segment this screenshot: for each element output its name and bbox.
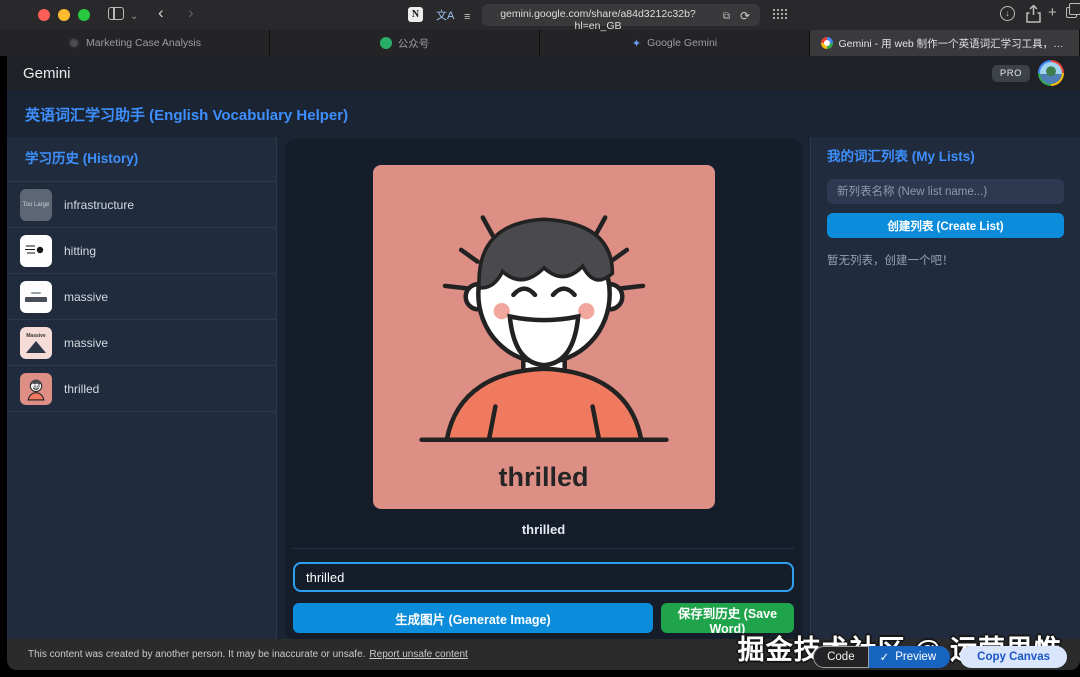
copy-canvas-button[interactable]: Copy Canvas: [960, 646, 1067, 668]
new-tab-icon[interactable]: +: [1048, 4, 1057, 21]
tab-label: Google Gemini: [647, 37, 718, 49]
window-close-button[interactable]: [38, 9, 50, 21]
history-item-label: massive: [64, 335, 109, 350]
word-caption: thrilled: [521, 522, 566, 537]
history-item-massive-2[interactable]: Massive massive: [7, 320, 276, 366]
share-icon[interactable]: [1026, 5, 1041, 23]
gemini-share-page: Gemini PRO 英语词汇学习助手 (English Vocabulary …: [7, 56, 1080, 670]
app-content: 学习历史 (History) Too Large infrastructure …: [7, 137, 1080, 639]
window-minimize-button[interactable]: [58, 9, 70, 21]
google-g-favicon: [820, 37, 833, 49]
browser-chrome: ⌄ ‹ › N 文A ≡ gemini.google.com/share/a84…: [0, 0, 1080, 32]
gemini-sparkle-favicon: ✦: [631, 37, 642, 50]
tab-label: 公众号: [397, 37, 430, 50]
history-item-label: infrastructure: [64, 197, 135, 212]
history-heading: 学习历史 (History): [7, 137, 276, 182]
user-avatar[interactable]: [1038, 60, 1064, 86]
card-divider: [293, 548, 794, 549]
new-list-name-input[interactable]: [827, 179, 1064, 204]
my-lists-heading: 我的词汇列表 (My Lists): [827, 149, 975, 164]
gemini-header: Gemini PRO: [7, 56, 1080, 90]
preview-tab[interactable]: ✓ Preview: [868, 646, 951, 668]
history-item-label: thrilled: [64, 381, 100, 396]
disclaimer-text: This content was created by another pers…: [28, 649, 366, 660]
create-list-button[interactable]: 创建列表 (Create List): [827, 213, 1064, 238]
generated-image: thrilled: [372, 165, 715, 509]
history-item-label: massive: [64, 289, 109, 304]
tab-label: Marketing Case Analysis: [86, 37, 201, 49]
downloads-icon[interactable]: ↓: [1000, 6, 1015, 21]
page-title: 英语词汇学习助手 (English Vocabulary Helper): [25, 107, 349, 124]
preview-label: Preview: [895, 651, 937, 663]
history-thumbnail: Too Large: [20, 188, 52, 221]
url-text: gemini.google.com/share/a84d3212c32b?hl=…: [500, 8, 696, 32]
word-input[interactable]: [293, 562, 794, 592]
word-card: thrilled thrilled 生成图片 (Generate Image) …: [285, 139, 802, 639]
history-thumbnail: Massive: [20, 326, 52, 359]
wechat-favicon: [379, 37, 392, 49]
forward-button[interactable]: ›: [188, 4, 194, 22]
check-icon: ✓: [879, 652, 890, 664]
tab-wechat-official[interactable]: 公众号: [270, 30, 540, 56]
code-preview-toggle: Code ✓ Preview: [813, 646, 951, 668]
reader-extension-icon[interactable]: ≡: [464, 8, 470, 26]
window-zoom-button[interactable]: [78, 9, 90, 21]
report-unsafe-content-link[interactable]: Report unsafe content: [369, 649, 467, 660]
translate-extension-icon[interactable]: 文A: [436, 7, 454, 25]
action-buttons-row: 生成图片 (Generate Image) 保存到历史 (Save Word): [293, 603, 794, 636]
chevron-down-icon[interactable]: ⌄: [130, 8, 138, 26]
sidebar-toggle-icon[interactable]: [108, 7, 124, 20]
generate-image-button[interactable]: 生成图片 (Generate Image): [293, 603, 653, 633]
thrilled-boy-mini-icon: [27, 379, 45, 400]
address-bar[interactable]: gemini.google.com/share/a84d3212c32b?hl=…: [482, 4, 760, 32]
app-title-row: 英语词汇学习助手 (English Vocabulary Helper): [7, 90, 1080, 137]
canvas-controls: Code ✓ Preview Copy Canvas: [813, 646, 1067, 668]
bar-caption-mark: [31, 291, 41, 294]
mountain-icon: [26, 340, 46, 353]
gemini-brand: Gemini: [23, 64, 71, 82]
ball-sketch-icon: [25, 245, 44, 253]
tab-google-gemini[interactable]: ✦ Google Gemini: [540, 30, 810, 56]
history-sidebar: 学习历史 (History) Too Large infrastructure …: [7, 137, 277, 639]
history-thumbnail: [20, 372, 52, 405]
tab1-favicon: [68, 37, 81, 49]
tab-overview-icon[interactable]: [1066, 3, 1080, 18]
tab-gemini-share-active[interactable]: Gemini - 用 web 制作一个英语词汇学习工具，功能是可以让用户输入单词…: [810, 30, 1080, 56]
history-thumbnail: [20, 234, 52, 267]
main-column: thrilled thrilled 生成图片 (Generate Image) …: [277, 137, 810, 639]
empty-lists-message: 暂无列表，创建一个吧！: [827, 255, 954, 267]
reload-icon[interactable]: ⟳: [740, 7, 750, 25]
history-item-label: hitting: [64, 243, 97, 258]
my-lists-panel: 我的词汇列表 (My Lists) 创建列表 (Create List) 暂无列…: [810, 137, 1080, 639]
code-tab[interactable]: Code: [813, 646, 869, 668]
notion-extension-icon[interactable]: N: [408, 7, 423, 22]
history-item-infrastructure[interactable]: Too Large infrastructure: [7, 182, 276, 228]
history-item-hitting[interactable]: hitting: [7, 228, 276, 274]
history-item-massive-1[interactable]: massive: [7, 274, 276, 320]
tab-bar: Marketing Case Analysis 公众号 ✦ Google Gem…: [0, 30, 1080, 56]
translate-badge-icon[interactable]: ⧉: [723, 8, 730, 26]
mountain-caption: Massive: [26, 332, 46, 339]
thrilled-boy-illustration: [418, 215, 669, 443]
history-item-thrilled[interactable]: thrilled: [7, 366, 276, 412]
back-button[interactable]: ‹: [158, 4, 164, 22]
pro-badge: PRO: [991, 64, 1030, 82]
image-word-label: thrilled: [498, 462, 589, 492]
massive-bar-icon: [25, 296, 47, 302]
extensions-grid-icon[interactable]: [772, 8, 787, 21]
history-thumbnail: [20, 280, 52, 313]
tab-label: Gemini - 用 web 制作一个英语词汇学习工具，功能是可以让用户输入单词…: [838, 37, 1069, 50]
tab-marketing-case-analysis[interactable]: Marketing Case Analysis: [0, 30, 270, 56]
